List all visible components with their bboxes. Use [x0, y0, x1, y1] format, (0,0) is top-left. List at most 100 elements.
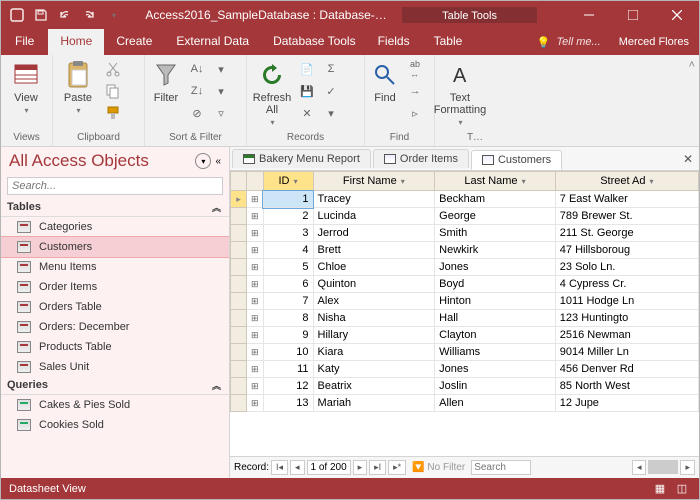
maximize-button[interactable] — [611, 1, 655, 29]
expand-icon[interactable]: ⊞ — [247, 378, 264, 395]
tab-create[interactable]: Create — [104, 29, 164, 55]
cell[interactable]: Nisha — [313, 310, 435, 327]
expand-icon[interactable]: ⊞ — [247, 242, 264, 259]
paste-button[interactable]: Paste▾ — [56, 58, 100, 117]
tab-file[interactable]: File — [1, 29, 48, 55]
expand-icon[interactable]: ⊞ — [247, 293, 264, 310]
tab-home[interactable]: Home — [48, 29, 104, 55]
tab-customers[interactable]: Customers — [471, 150, 562, 170]
record-position[interactable] — [307, 460, 351, 475]
minimize-button[interactable] — [567, 1, 611, 29]
column-header[interactable]: Street Ad ▾ — [555, 172, 698, 191]
first-record-button[interactable]: I◂ — [271, 460, 288, 475]
cell[interactable]: Jones — [435, 361, 556, 378]
cell[interactable]: Jones — [435, 259, 556, 276]
sort-desc-icon[interactable]: Z↓ — [186, 80, 208, 102]
tab-table[interactable]: Table — [422, 29, 475, 55]
tab-order-items[interactable]: Order Items — [373, 149, 469, 168]
cell[interactable]: 9 — [263, 327, 313, 344]
row-selector[interactable] — [231, 327, 247, 344]
cell[interactable]: Chloe — [313, 259, 435, 276]
collapse-ribbon-icon[interactable]: ˄ — [685, 55, 699, 146]
cell[interactable]: 2516 Newman — [555, 327, 698, 344]
cut-icon[interactable] — [102, 58, 124, 80]
cell[interactable]: Tracey — [313, 191, 435, 208]
cell[interactable]: Hillary — [313, 327, 435, 344]
cell[interactable]: 5 — [263, 259, 313, 276]
cell[interactable]: 85 North West — [555, 378, 698, 395]
close-button[interactable] — [655, 1, 699, 29]
cell[interactable]: 3 — [263, 225, 313, 242]
cell[interactable]: Beatrix — [313, 378, 435, 395]
select-icon[interactable]: ▹ — [404, 102, 426, 124]
view-button[interactable]: View▾ — [4, 58, 48, 117]
cell[interactable]: 11 — [263, 361, 313, 378]
nav-group-tables[interactable]: Tables︽ — [1, 199, 229, 217]
nav-group-queries[interactable]: Queries︽ — [1, 377, 229, 395]
text-formatting-button[interactable]: A Text Formatting▾ — [438, 58, 482, 129]
tell-me-input[interactable]: Tell me... — [556, 36, 600, 48]
cell[interactable]: Smith — [435, 225, 556, 242]
format-painter-icon[interactable] — [102, 102, 124, 124]
redo-icon[interactable] — [81, 7, 97, 23]
selection-filter-icon[interactable]: ▾ — [210, 58, 232, 80]
expand-icon[interactable]: ⊞ — [247, 327, 264, 344]
hscroll-thumb[interactable] — [648, 460, 678, 474]
cell[interactable]: Beckham — [435, 191, 556, 208]
tab-database-tools[interactable]: Database Tools — [261, 29, 368, 55]
new-record-button[interactable]: ▸* — [388, 460, 406, 475]
row-selector[interactable] — [231, 378, 247, 395]
cell[interactable]: 1011 Hodge Ln — [555, 293, 698, 310]
row-selector[interactable] — [231, 225, 247, 242]
cell[interactable]: 23 Solo Ln. — [555, 259, 698, 276]
find-button[interactable]: Find — [368, 58, 402, 106]
row-selector[interactable] — [231, 276, 247, 293]
cell[interactable]: Williams — [435, 344, 556, 361]
copy-icon[interactable] — [102, 80, 124, 102]
cell[interactable]: Lucinda — [313, 208, 435, 225]
datasheet-view-icon[interactable]: ▦ — [651, 482, 669, 495]
row-selector[interactable] — [231, 242, 247, 259]
nav-item-orders-december[interactable]: Orders: December — [1, 317, 229, 337]
nav-item-categories[interactable]: Categories — [1, 217, 229, 237]
filter-indicator[interactable]: 🔽 No Filter — [412, 462, 465, 473]
nav-title[interactable]: All Access Objects — [9, 151, 195, 171]
row-selector[interactable] — [231, 395, 247, 412]
expand-icon[interactable]: ⊞ — [247, 191, 264, 208]
cell[interactable]: Hinton — [435, 293, 556, 310]
nav-collapse-icon[interactable]: « — [215, 156, 221, 167]
expand-icon[interactable]: ⊞ — [247, 276, 264, 293]
undo-icon[interactable] — [57, 7, 73, 23]
cell[interactable]: 10 — [263, 344, 313, 361]
cell[interactable]: 4 Cypress Cr. — [555, 276, 698, 293]
new-record-icon[interactable]: 📄 — [296, 58, 318, 80]
row-selector[interactable] — [231, 293, 247, 310]
cell[interactable]: Boyd — [435, 276, 556, 293]
clear-sort-icon[interactable]: ⊘ — [186, 102, 208, 124]
row-selector[interactable] — [231, 259, 247, 276]
cell[interactable]: 7 — [263, 293, 313, 310]
cell[interactable]: 789 Brewer St. — [555, 208, 698, 225]
cell[interactable]: 4 — [263, 242, 313, 259]
expand-icon[interactable]: ⊞ — [247, 344, 264, 361]
expand-icon[interactable]: ⊞ — [247, 395, 264, 412]
cell[interactable]: Hall — [435, 310, 556, 327]
expand-icon[interactable]: ⊞ — [247, 259, 264, 276]
expand-icon[interactable]: ⊞ — [247, 225, 264, 242]
cell[interactable]: 9014 Miller Ln — [555, 344, 698, 361]
tab-external-data[interactable]: External Data — [164, 29, 261, 55]
cell[interactable]: Joslin — [435, 378, 556, 395]
cell[interactable]: 123 Huntingto — [555, 310, 698, 327]
advanced-filter-icon[interactable]: ▾ — [210, 80, 232, 102]
design-view-icon[interactable]: ◫ — [673, 482, 691, 495]
filter-button[interactable]: Filter — [148, 58, 184, 106]
refresh-all-button[interactable]: Refresh All▾ — [250, 58, 294, 129]
hscroll-right[interactable]: ▸ — [680, 460, 695, 475]
cell[interactable]: 12 — [263, 378, 313, 395]
close-tab-icon[interactable]: ✕ — [677, 152, 699, 166]
row-selector[interactable] — [231, 310, 247, 327]
cell[interactable]: 456 Denver Rd — [555, 361, 698, 378]
expand-icon[interactable]: ⊞ — [247, 310, 264, 327]
column-header[interactable]: Last Name ▾ — [435, 172, 556, 191]
cell[interactable]: 2 — [263, 208, 313, 225]
